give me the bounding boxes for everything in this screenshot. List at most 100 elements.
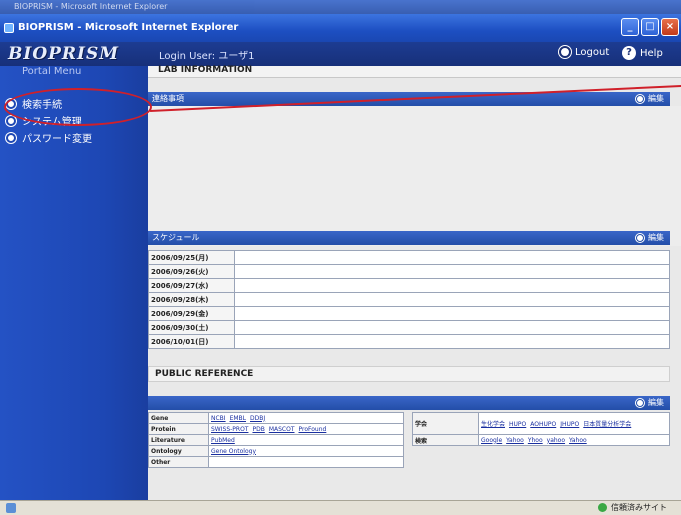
table-row: 2006/09/26(火) (148, 264, 670, 279)
reference-links: Google Yahoo Yhoo yahoo Yahoo (478, 434, 670, 446)
sidebar: Portal Menu 検索手続 システム管理 パスワード変更 (0, 66, 148, 500)
table-row: 検索 Google Yahoo Yhoo yahoo Yahoo (412, 434, 670, 446)
reference-links: NCBI EMBL DDBJ (208, 412, 404, 424)
screen: BIOPRISM - Microsoft Internet Explorer B… (0, 0, 681, 515)
schedule-edit-link[interactable]: 編集 (636, 231, 664, 245)
link-pubmed[interactable]: PubMed (211, 437, 235, 444)
bullet-icon (6, 132, 16, 143)
edit-label: 編集 (648, 94, 664, 103)
link-yahoo-4[interactable]: Yahoo (569, 437, 587, 444)
link-yahoo-2[interactable]: Yhoo (528, 437, 543, 444)
link-google[interactable]: Google (481, 437, 502, 444)
link-aohupo[interactable]: AOHUPO (530, 421, 556, 428)
link-profound[interactable]: ProFound (299, 426, 327, 433)
table-row: Ontology Gene Ontology (148, 445, 404, 457)
schedule-cell (234, 320, 670, 335)
login-user: Login User: ユーザ1 (159, 51, 255, 62)
lab-information-title: LAB INFORMATION (158, 65, 253, 75)
link-embl[interactable]: EMBL (230, 415, 246, 422)
link-jsms[interactable]: 日本質量分析学会 (583, 421, 631, 428)
logout-label: Logout (575, 46, 610, 58)
notice-edit-link[interactable]: 編集 (636, 92, 664, 106)
reference-table-left: Gene NCBI EMBL DDBJ Protein SWISS-PROT PDB M… (148, 412, 404, 468)
edit-icon (636, 95, 644, 103)
schedule-cell (234, 278, 670, 293)
edit-label: 編集 (648, 398, 664, 407)
public-reference-title: PUBLIC REFERENCE (155, 369, 254, 379)
trusted-check-icon (598, 503, 607, 512)
link-seikagaku[interactable]: 生化学会 (481, 421, 505, 428)
reference-label: Ontology (148, 445, 209, 457)
window-controls: _ □ × (621, 18, 679, 36)
table-row: Literature PubMed (148, 434, 404, 446)
link-ncbi[interactable]: NCBI (211, 415, 226, 422)
table-row: 2006/09/28(木) (148, 292, 670, 307)
maximize-button[interactable]: □ (641, 18, 659, 36)
help-link[interactable]: ? Help (622, 46, 663, 60)
link-yahoo-1[interactable]: Yahoo (506, 437, 524, 444)
schedule-date[interactable]: 2006/10/01(日) (148, 334, 235, 349)
link-yahoo-3[interactable]: yahoo (547, 437, 565, 444)
edit-label: 編集 (648, 233, 664, 242)
schedule-cell (234, 250, 670, 265)
schedule-date[interactable]: 2006/09/25(月) (148, 250, 235, 265)
logout-icon (559, 46, 571, 58)
link-gene-ontology[interactable]: Gene Ontology (211, 448, 256, 455)
sidebar-item-label: システム管理 (22, 117, 82, 128)
help-label: Help (640, 47, 663, 59)
minimize-button[interactable]: _ (621, 18, 639, 36)
reference-links: Gene Ontology (208, 445, 404, 457)
security-zone: 信頼済みサイト (598, 502, 667, 513)
schedule-date[interactable]: 2006/09/29(金) (148, 306, 235, 321)
link-jhupo[interactable]: JHUPO (560, 421, 579, 428)
notice-title: 連絡事項 (152, 94, 184, 103)
reference-label: Literature (148, 434, 209, 446)
table-row: Protein SWISS-PROT PDB MASCOT ProFound (148, 423, 404, 435)
sidebar-item-search[interactable]: 検索手続 (6, 96, 62, 111)
table-row: 2006/09/25(月) (148, 250, 670, 265)
window-title: BIOPRISM - Microsoft Internet Explorer (18, 22, 239, 33)
lab-information-header: LAB INFORMATION (148, 65, 681, 78)
schedule-panel-header: スケジュール 編集 (148, 231, 670, 245)
reference-label: Gene (148, 412, 209, 424)
sidebar-item-password-change[interactable]: パスワード変更 (6, 130, 92, 145)
link-pdb[interactable]: PDB (252, 426, 264, 433)
help-icon: ? (622, 46, 636, 60)
reference-links: SWISS-PROT PDB MASCOT ProFound (208, 423, 404, 435)
sidebar-item-system-admin[interactable]: システム管理 (6, 113, 82, 128)
reference-links: 生化学会 HUPO AOHUPO JHUPO 日本質量分析学会 (478, 412, 670, 435)
reference-links: PubMed (208, 434, 404, 446)
link-hupo[interactable]: HUPO (509, 421, 526, 428)
logout-link[interactable]: Logout (559, 46, 609, 58)
link-mascot[interactable]: MASCOT (269, 426, 295, 433)
reference-label: Protein (148, 423, 209, 435)
schedule-date[interactable]: 2006/09/28(木) (148, 292, 235, 307)
sidebar-item-label: パスワード変更 (22, 134, 92, 145)
sidebar-item-label: 検索手続 (22, 100, 62, 111)
close-button[interactable]: × (661, 18, 679, 36)
reference-label: 検索 (412, 434, 479, 446)
reference-edit-link[interactable]: 編集 (636, 396, 664, 410)
bullet-icon (6, 98, 16, 109)
link-swiss-prot[interactable]: SWISS-PROT (211, 426, 248, 433)
main-content: LAB INFORMATION 連絡事項 編集 スケジュール 編集 2006/0… (148, 65, 681, 500)
window-title-bar: BIOPRISM - Microsoft Internet Explorer _… (0, 14, 681, 42)
edit-icon (636, 234, 644, 242)
background-window-title: BIOPRISM - Microsoft Internet Explorer (0, 0, 681, 14)
notice-body (148, 106, 681, 246)
table-row: Gene NCBI EMBL DDBJ (148, 412, 404, 424)
schedule-date[interactable]: 2006/09/26(火) (148, 264, 235, 279)
reference-panel-header: 編集 (148, 396, 670, 410)
app-header: BIOPRISM Login User: ユーザ1 Logout ? Help (0, 42, 681, 66)
schedule-cell (234, 264, 670, 279)
schedule-cell (234, 292, 670, 307)
link-ddbj[interactable]: DDBJ (250, 415, 265, 422)
schedule-date[interactable]: 2006/09/27(水) (148, 278, 235, 293)
app-logo[interactable]: BIOPRISM (8, 44, 119, 64)
public-reference-header: PUBLIC REFERENCE (148, 366, 670, 382)
schedule-date[interactable]: 2006/09/30(土) (148, 320, 235, 335)
schedule-title: スケジュール (152, 233, 200, 242)
edit-icon (636, 399, 644, 407)
table-row: 2006/10/01(日) (148, 334, 670, 349)
table-row: 2006/09/30(土) (148, 320, 670, 335)
